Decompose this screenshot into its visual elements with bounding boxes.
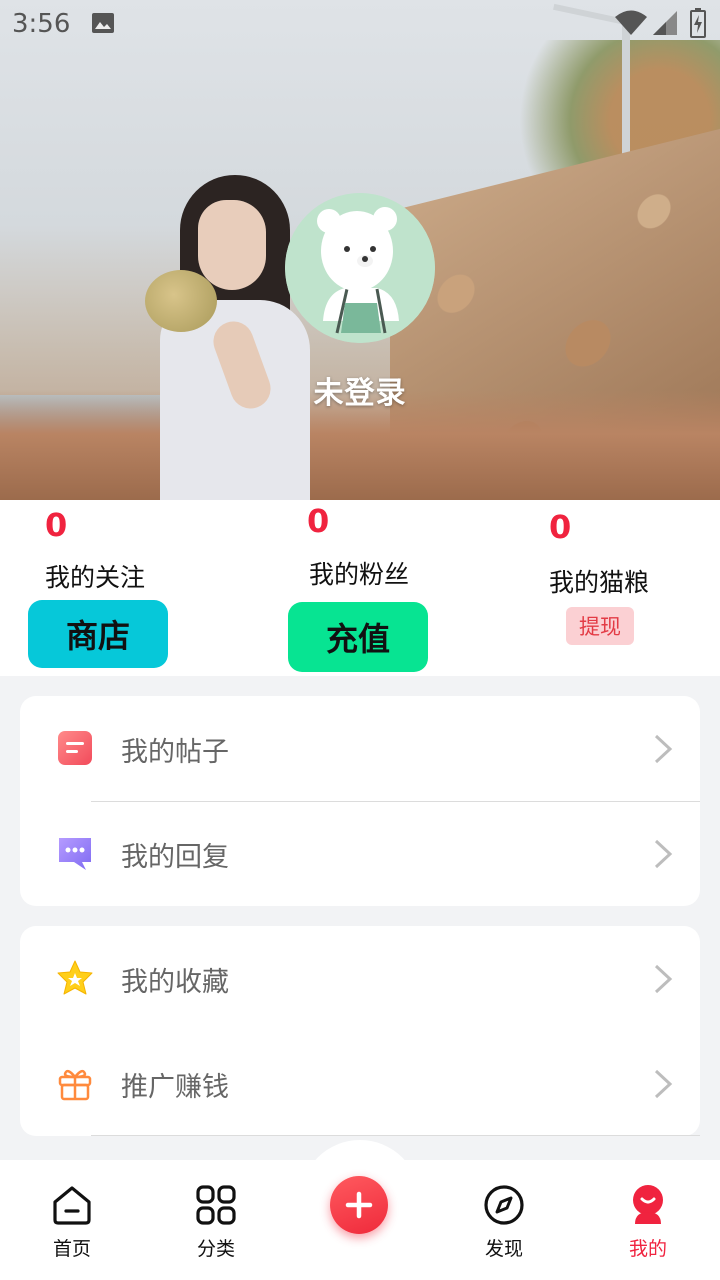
username[interactable]: 未登录 [260, 368, 460, 412]
chevron-right-icon [654, 1069, 673, 1099]
fans-count[interactable]: 0 [307, 502, 329, 540]
divider [91, 1135, 700, 1136]
grid-icon [196, 1185, 236, 1225]
post-icon [58, 731, 92, 765]
menu-item-label: 我的回复 [121, 842, 229, 873]
menu-item-label: 我的收藏 [121, 967, 229, 998]
status-time: 3:56 [12, 9, 71, 39]
chevron-right-icon [654, 734, 673, 764]
star-icon [57, 960, 93, 995]
image-icon [92, 13, 114, 33]
menu-item-my-posts[interactable]: 我的帖子 [20, 696, 700, 801]
chevron-right-icon [654, 839, 673, 869]
tab-home[interactable]: 首页 [22, 1160, 122, 1280]
menu-item-my-favorites[interactable]: 我的收藏 [20, 926, 700, 1031]
tab-category[interactable]: 分类 [166, 1160, 266, 1280]
battery-icon [690, 8, 706, 38]
cat-food-label[interactable]: 我的猫粮 [549, 563, 649, 599]
menu-item-label: 我的帖子 [121, 737, 229, 768]
tab-discover[interactable]: 发现 [454, 1160, 554, 1280]
menu-card-posts: 我的帖子 我的回复 [20, 696, 700, 906]
shop-button[interactable]: 商店 [28, 600, 168, 668]
menu-card-favorites: 我的收藏 推广赚钱 [20, 926, 700, 1136]
tab-mine[interactable]: 我的 [598, 1160, 698, 1280]
tab-label: 分类 [196, 1238, 235, 1260]
compass-icon [484, 1185, 524, 1225]
create-post-button[interactable] [330, 1176, 388, 1234]
tab-label: 我的 [628, 1238, 667, 1260]
tab-label: 首页 [52, 1238, 91, 1260]
bear-avatar-icon [285, 193, 435, 343]
stats-panel: 0 我的关注 0 我的粉丝 0 我的猫粮 商店 充值 提现 [0, 500, 720, 676]
signal-icon [653, 11, 677, 35]
plus-icon [345, 1191, 373, 1219]
tab-label: 发现 [484, 1238, 523, 1260]
avatar[interactable] [285, 193, 435, 343]
menu-item-label: 推广赚钱 [121, 1072, 229, 1103]
menu-item-my-replies[interactable]: 我的回复 [20, 801, 700, 906]
home-icon [53, 1186, 91, 1225]
gift-icon [58, 1069, 92, 1101]
wifi-icon [615, 10, 647, 35]
menu-item-promote-earn[interactable]: 推广赚钱 [20, 1031, 700, 1136]
following-count[interactable]: 0 [45, 506, 67, 544]
chevron-right-icon [654, 964, 673, 994]
withdraw-button[interactable]: 提现 [566, 607, 634, 645]
cat-food-count[interactable]: 0 [549, 508, 571, 546]
profile-icon [633, 1185, 663, 1224]
fans-label[interactable]: 我的粉丝 [309, 555, 409, 591]
following-label[interactable]: 我的关注 [45, 558, 145, 594]
status-bar: 3:56 [0, 0, 720, 50]
recharge-button[interactable]: 充值 [288, 602, 428, 672]
chat-bubble-icon [59, 838, 91, 870]
